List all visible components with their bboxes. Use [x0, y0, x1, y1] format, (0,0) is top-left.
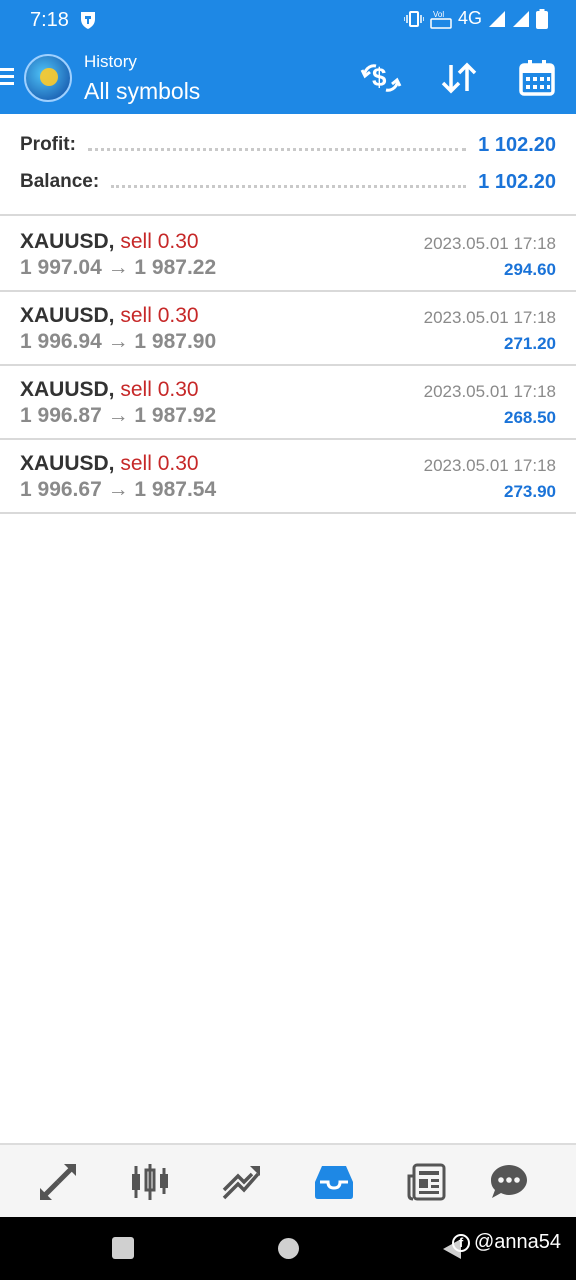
deal-row[interactable]: XAUUSD, sell 0.30 1 996.87 → 1 987.92 20…: [0, 366, 576, 440]
deal-profit: 271.20: [504, 334, 556, 353]
deal-time: 2023.05.01 17:18: [423, 456, 556, 475]
balance-value: 1 102.20: [478, 170, 556, 193]
currency-exchange-icon: $: [360, 62, 402, 92]
deal-type: sell 0.30: [120, 230, 199, 253]
profit-value: 1 102.20: [478, 133, 556, 156]
calendar-icon: [519, 60, 555, 96]
deal-prices: 1 996.94 → 1 987.90: [20, 330, 217, 353]
app-logo: [24, 54, 72, 102]
deal-symbol: XAUUSD,: [20, 304, 115, 327]
deal-time: 2023.05.01 17:18: [423, 234, 556, 253]
app-bar: History All symbols $: [0, 42, 576, 114]
deal-prices: 1 996.67 → 1 987.54: [20, 478, 217, 501]
balance-label: Balance:: [20, 171, 100, 192]
volte-icon: Vol: [430, 10, 452, 29]
deal-title: XAUUSD, sell 0.30: [20, 230, 199, 254]
deal-time: 2023.05.01 17:18: [423, 308, 556, 327]
shield-icon: [81, 12, 95, 29]
deal-prices: 1 997.04 → 1 987.22: [20, 256, 217, 279]
chat-icon: [491, 1165, 527, 1198]
nav-trade[interactable]: [220, 1160, 264, 1204]
currency-exchange-button[interactable]: $: [360, 58, 402, 98]
facebook-icon: f: [452, 1233, 470, 1252]
watermark-handle: @anna54: [474, 1231, 562, 1253]
deal-time: 2023.05.01 17:18: [423, 382, 556, 401]
nav-history[interactable]: [312, 1160, 356, 1204]
home-button[interactable]: [278, 1238, 299, 1259]
summary-panel: Profit: 1 102.20 Balance: 1 102.20: [0, 114, 576, 216]
deal-title: XAUUSD, sell 0.30: [20, 304, 199, 328]
dotted-leader: [111, 184, 467, 188]
nav-chat[interactable]: [487, 1160, 531, 1204]
bottom-navigation: [0, 1143, 576, 1217]
nav-news[interactable]: [404, 1160, 448, 1204]
deal-type: sell 0.30: [120, 452, 199, 475]
system-navigation-bar: f @anna54: [0, 1217, 576, 1280]
status-time: 7:18: [30, 9, 69, 31]
vibrate-icon: [403, 10, 424, 27]
deal-row[interactable]: XAUUSD, sell 0.30 1 996.67 → 1 987.54 20…: [0, 440, 576, 514]
deal-profit: 268.50: [504, 408, 556, 427]
deal-type: sell 0.30: [120, 378, 199, 401]
network-type: 4G: [457, 8, 482, 28]
trade-icon: [222, 1166, 260, 1200]
history-icon: [315, 1166, 353, 1199]
news-icon: [407, 1163, 446, 1201]
chart-icon: [132, 1164, 168, 1200]
deal-profit: 273.90: [504, 482, 556, 501]
deal-title: XAUUSD, sell 0.30: [20, 378, 199, 402]
svg-text:Vol: Vol: [433, 10, 444, 19]
sort-icon: [441, 62, 477, 94]
sort-button[interactable]: [438, 58, 480, 98]
deal-row[interactable]: XAUUSD, sell 0.30 1 996.94 → 1 987.90 20…: [0, 292, 576, 366]
deal-prices: 1 996.87 → 1 987.92: [20, 404, 217, 427]
deal-symbol: XAUUSD,: [20, 378, 115, 401]
deal-profit: 294.60: [504, 260, 556, 279]
dotted-leader: [87, 147, 467, 151]
profit-label: Profit:: [20, 134, 76, 155]
deal-symbol: XAUUSD,: [20, 452, 115, 475]
deal-symbol: XAUUSD,: [20, 230, 115, 253]
battery-icon: [536, 8, 548, 29]
recents-button[interactable]: [112, 1237, 134, 1259]
balance-row: Balance: 1 102.20: [20, 167, 556, 197]
signal-icon-2: [513, 10, 529, 27]
page-title[interactable]: All symbols: [84, 78, 200, 105]
nav-quotes[interactable]: [36, 1160, 80, 1204]
watermark: f @anna54: [452, 1231, 561, 1254]
signal-icon: [489, 10, 505, 27]
menu-icon[interactable]: [0, 66, 16, 88]
page-subtitle: History: [84, 52, 137, 71]
profit-row: Profit: 1 102.20: [20, 130, 556, 160]
nav-chart[interactable]: [128, 1160, 172, 1204]
deal-row[interactable]: XAUUSD, sell 0.30 1 997.04 → 1 987.22 20…: [0, 218, 576, 292]
deal-type: sell 0.30: [120, 304, 199, 327]
deal-title: XAUUSD, sell 0.30: [20, 452, 199, 476]
quotes-icon: [40, 1164, 76, 1200]
status-bar: 7:18 Vol 4G: [0, 0, 576, 42]
calendar-button[interactable]: [516, 58, 558, 98]
